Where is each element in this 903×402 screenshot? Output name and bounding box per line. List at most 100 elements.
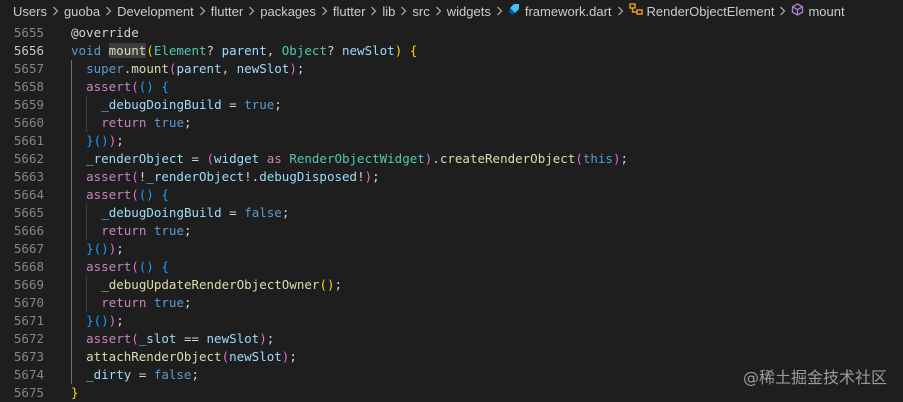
code-token: = — [221, 97, 245, 112]
code-token: createRenderObject — [439, 151, 576, 166]
class-symbol-icon — [628, 3, 643, 16]
code-token: ) — [364, 169, 373, 184]
code-line[interactable]: 5655 @override — [0, 24, 903, 42]
code-token: ? — [206, 43, 222, 58]
code-line[interactable]: 5669 _debugUpdateRenderObjectOwner(); — [0, 276, 903, 294]
code-token: true — [153, 115, 184, 130]
code-line[interactable]: 5670 return true; — [0, 294, 903, 312]
code-token: ) — [612, 151, 621, 166]
code-line[interactable]: 5672 assert(_slot == newSlot); — [0, 330, 903, 348]
code-text: _debugUpdateRenderObjectOwner(); — [101, 276, 342, 294]
breadcrumb-label: flutter — [332, 3, 366, 19]
breadcrumb-label: Users — [13, 3, 47, 19]
code-text: }()); — [86, 312, 124, 330]
code-line[interactable]: 5658 assert(() { — [0, 78, 903, 96]
code-token: debugDisposed — [259, 169, 358, 184]
breadcrumb-item[interactable]: flutter — [333, 4, 366, 19]
code-line[interactable]: 5656 void mount(Element? parent, Object? … — [0, 42, 903, 60]
code-token: ; — [281, 205, 290, 220]
breadcrumb-item[interactable]: src — [412, 4, 429, 19]
code-token: () — [138, 79, 154, 94]
breadcrumb-item[interactable]: packages — [260, 4, 316, 19]
breadcrumb: Users guoba Development flutter packages flut… — [0, 0, 903, 22]
code-text: }()); — [86, 240, 124, 258]
breadcrumb-label: framework.dart — [524, 4, 612, 19]
code-token: _dirty — [86, 367, 132, 382]
code-token: ( — [131, 331, 139, 346]
code-line[interactable]: 5657 super.mount(parent, newSlot); — [0, 60, 903, 78]
breadcrumb-item[interactable]: framework.dart — [508, 3, 612, 19]
breadcrumb-item[interactable]: Development — [117, 4, 194, 19]
code-line[interactable]: 5659 _debugDoingBuild = true; — [0, 96, 903, 114]
code-token: ; — [334, 277, 343, 292]
code-token: ; — [191, 367, 199, 382]
line-number: 5662 — [13, 151, 44, 166]
code-line[interactable]: 5671}()); — [0, 312, 903, 330]
code-token: ( — [146, 43, 154, 58]
code-token: mount — [108, 43, 147, 58]
code-token: ( — [575, 151, 583, 166]
code-token: _debugDoingBuild — [101, 97, 222, 112]
breadcrumb-label: widgets — [446, 3, 491, 19]
breadcrumb-item[interactable]: guoba — [64, 4, 100, 19]
breadcrumb-item[interactable]: widgets — [447, 4, 491, 19]
code-token: { — [161, 187, 169, 202]
breadcrumb-item[interactable]: Users — [13, 4, 47, 19]
code-token: mount — [131, 61, 169, 76]
code-line[interactable]: 5668 assert(() { — [0, 258, 903, 276]
indent-guide — [71, 60, 72, 384]
code-line[interactable]: 5661}()); — [0, 132, 903, 150]
code-token: this — [582, 151, 613, 166]
code-token: ! — [357, 169, 365, 184]
dart-file-icon — [508, 3, 521, 16]
code-token: Element — [153, 43, 207, 58]
breadcrumb-item[interactable]: mount — [791, 3, 845, 19]
code-line[interactable]: 5664 assert(() { — [0, 186, 903, 204]
code-token: parent — [221, 43, 267, 58]
line-number: 5656 — [13, 43, 44, 58]
watermark: @稀土掘金技术社区 — [742, 368, 887, 387]
code-line[interactable]: 5663 assert(! _renderObject!.debugDisposed… — [0, 168, 903, 186]
code-token: = — [131, 367, 154, 382]
code-token: ; — [116, 241, 124, 256]
code-token: !. — [244, 169, 260, 184]
chevron-right-icon — [248, 6, 255, 16]
code-token: ; — [183, 115, 192, 130]
code-text: assert(() { — [86, 78, 169, 96]
code-area[interactable]: 5655 @override 5656 void mount(Element? par… — [0, 22, 903, 402]
code-token: ( — [131, 259, 139, 274]
code-token: widget — [214, 151, 260, 166]
code-token: () — [93, 241, 109, 256]
code-text: attachRenderObject(newSlot); — [86, 348, 297, 366]
breadcrumb-item[interactable]: lib — [382, 4, 395, 19]
code-token: ; — [274, 97, 282, 112]
code-token: return — [101, 115, 147, 130]
breadcrumb-item[interactable]: RenderObjectElement — [628, 3, 774, 19]
indent-guide — [86, 204, 87, 240]
code-token: ( — [221, 349, 230, 364]
code-line[interactable]: 5667 }()); — [0, 240, 903, 258]
line-number: 5675 — [13, 385, 44, 400]
code-line[interactable]: 5660 return true; — [0, 114, 903, 132]
code-line[interactable]: 5666 return true; — [0, 222, 903, 240]
code-token: ; — [116, 133, 124, 148]
code-token: assert — [86, 187, 132, 202]
line-number: 5667 — [13, 241, 44, 256]
breadcrumb-item[interactable]: flutter — [211, 4, 244, 19]
code-line[interactable]: 5662 _renderObject = (widget as RenderObj… — [0, 150, 903, 168]
code-editor[interactable]: Users guoba Development flutter packages flut… — [0, 0, 903, 402]
code-token: . — [432, 151, 440, 166]
code-text: } — [71, 384, 79, 402]
chevron-right-icon — [199, 6, 206, 16]
code-text: return true; — [101, 294, 191, 312]
code-line[interactable]: 5665 _debugDoingBuild = false; — [0, 204, 903, 222]
code-token: return — [101, 295, 147, 310]
code-token: parent — [176, 61, 222, 76]
code-token: assert — [86, 331, 132, 346]
code-text: return true; — [101, 222, 191, 240]
code-token: = — [183, 151, 207, 166]
code-token: true — [153, 295, 184, 310]
